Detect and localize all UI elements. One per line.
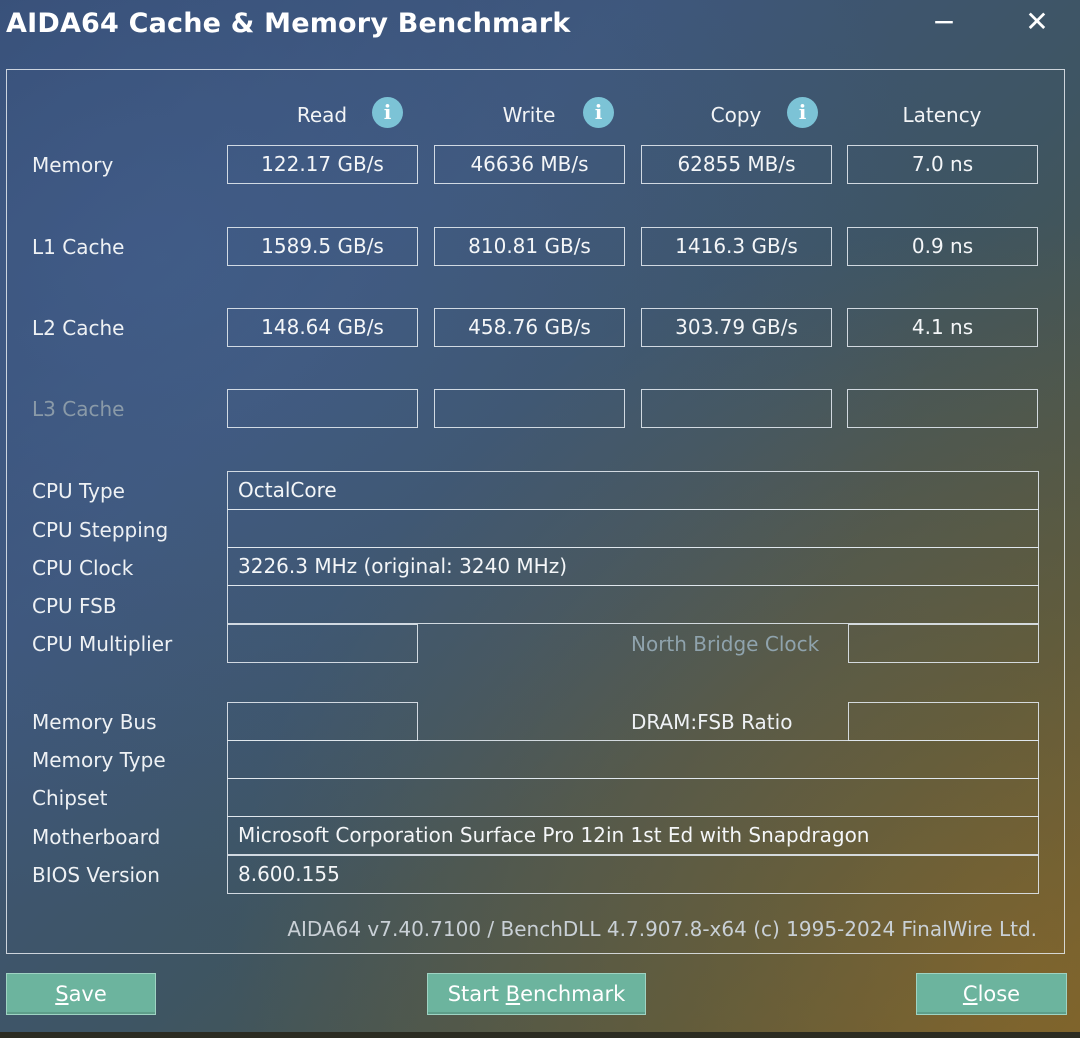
row-label-memory: Memory: [32, 153, 114, 177]
column-header-read: Read: [296, 103, 348, 127]
l1-copy-value: 1416.3 GB/s: [641, 227, 832, 266]
l3-read-value: [227, 389, 418, 428]
memory-write-value: 46636 MB/s: [434, 145, 625, 184]
bios-version-value: 8.600.155: [227, 855, 1039, 894]
start-button-accesskey: B: [505, 982, 521, 1006]
memory-read-value: 122.17 GB/s: [227, 145, 418, 184]
row-label-l3-cache: L3 Cache: [32, 397, 125, 421]
save-button-accesskey: S: [55, 982, 69, 1006]
write-info-icon[interactable]: i: [583, 97, 614, 128]
l1-read-value: 1589.5 GB/s: [227, 227, 418, 266]
version-footer: AIDA64 v7.40.7100 / BenchDLL 4.7.907.8-x…: [287, 917, 1037, 941]
start-button-prefix: Start: [447, 982, 506, 1006]
label-memory-bus: Memory Bus: [32, 710, 157, 734]
read-info-icon[interactable]: i: [372, 97, 403, 128]
close-button-accesskey: C: [962, 982, 978, 1006]
memory-copy-value: 62855 MB/s: [641, 145, 832, 184]
row-label-l1-cache: L1 Cache: [32, 235, 125, 259]
window-bottom-edge: [0, 1032, 1080, 1038]
column-header-copy: Copy: [710, 103, 762, 127]
save-button[interactable]: Save: [6, 973, 156, 1015]
dram-fsb-ratio-value: [848, 702, 1039, 741]
label-cpu-type: CPU Type: [32, 479, 125, 503]
start-button-suffix: enchmark: [520, 982, 626, 1006]
l2-copy-value: 303.79 GB/s: [641, 308, 832, 347]
cpu-stepping-value: [227, 509, 1039, 548]
save-button-suffix: ave: [68, 982, 107, 1006]
memory-type-value: [227, 740, 1039, 779]
start-benchmark-button[interactable]: Start Benchmark: [427, 973, 646, 1015]
window-title: AIDA64 Cache & Memory Benchmark: [6, 8, 571, 39]
l3-copy-value: [641, 389, 832, 428]
close-button-suffix: lose: [977, 982, 1021, 1006]
close-window-button[interactable]: ✕: [1019, 8, 1055, 36]
label-chipset: Chipset: [32, 786, 108, 810]
label-cpu-clock: CPU Clock: [32, 556, 134, 580]
column-header-write: Write: [502, 103, 556, 127]
label-cpu-stepping: CPU Stepping: [32, 518, 169, 542]
label-memory-type: Memory Type: [32, 748, 166, 772]
column-header-latency: Latency: [902, 103, 982, 127]
l1-latency-value: 0.9 ns: [847, 227, 1038, 266]
label-cpu-fsb: CPU FSB: [32, 594, 117, 618]
cpu-fsb-value: [227, 585, 1039, 624]
close-button[interactable]: Close: [916, 973, 1067, 1015]
north-bridge-clock-value: [848, 624, 1039, 663]
label-bios-version: BIOS Version: [32, 863, 160, 887]
label-cpu-multiplier: CPU Multiplier: [32, 632, 173, 656]
minimize-button[interactable]: −: [926, 8, 962, 36]
l1-write-value: 810.81 GB/s: [434, 227, 625, 266]
memory-latency-value: 7.0 ns: [847, 145, 1038, 184]
cpu-type-value: OctalCore: [227, 471, 1039, 510]
label-north-bridge-clock: North Bridge Clock: [631, 632, 820, 656]
copy-info-icon[interactable]: i: [787, 97, 818, 128]
row-label-l2-cache: L2 Cache: [32, 316, 125, 340]
cpu-clock-value: 3226.3 MHz (original: 3240 MHz): [227, 547, 1039, 586]
label-motherboard: Motherboard: [32, 825, 161, 849]
chipset-value: [227, 778, 1039, 817]
l3-latency-value: [847, 389, 1038, 428]
l2-latency-value: 4.1 ns: [847, 308, 1038, 347]
l2-read-value: 148.64 GB/s: [227, 308, 418, 347]
l3-write-value: [434, 389, 625, 428]
label-dram-fsb-ratio: DRAM:FSB Ratio: [631, 710, 793, 734]
motherboard-value: Microsoft Corporation Surface Pro 12in 1…: [227, 816, 1039, 855]
memory-bus-value: [227, 702, 418, 741]
l2-write-value: 458.76 GB/s: [434, 308, 625, 347]
cpu-multiplier-value: [227, 624, 418, 663]
